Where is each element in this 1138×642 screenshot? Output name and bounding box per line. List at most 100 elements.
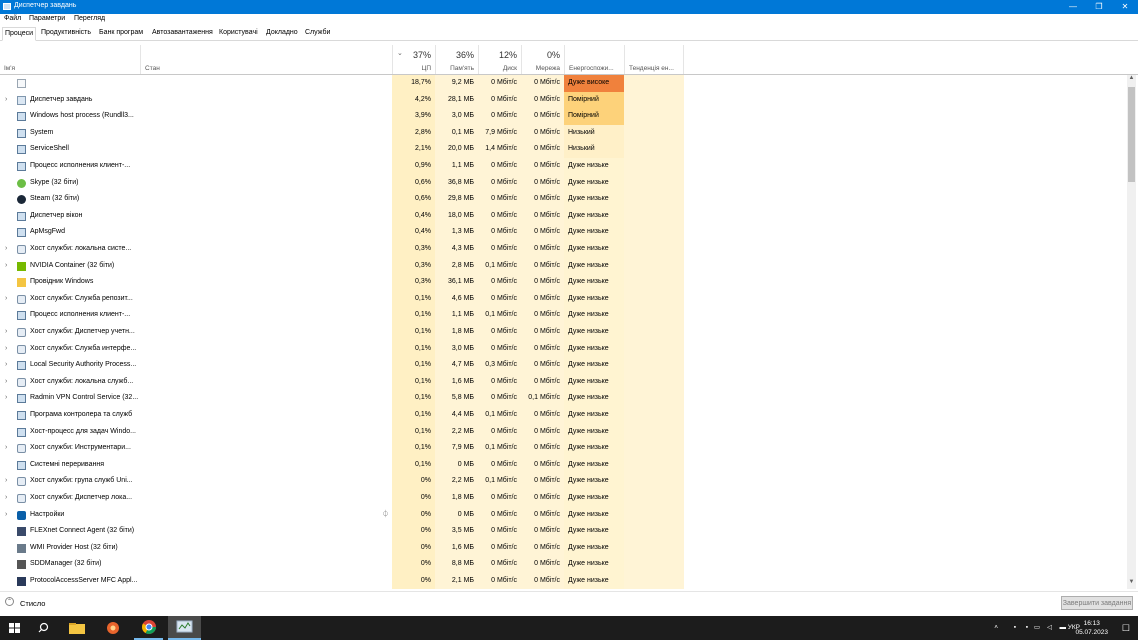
column-header-status[interactable]: Стан [140,45,392,74]
table-row[interactable]: Диспетчер вікон 0,4% 18,0 МБ 0 Мбіт/с 0 Мбіт… [0,207,1126,225]
table-row[interactable]: Skype (32 біти) 0,6% 36,8 МБ 0 Мбіт/с 0 Мбіт… [0,174,1126,192]
table-row[interactable]: Провідник Windows 0,3% 36,1 МБ 0 Мбіт/с 0 Мб… [0,274,1126,291]
table-row[interactable]: › Хост служби: Диспетчер лока... 0% 1,8 МБ 0… [0,490,1126,507]
tab-app-history[interactable]: Банк програм [97,27,145,39]
table-row[interactable]: Процесс исполнения клиент-... 0,1% 1,1 МБ 0… [0,307,1126,324]
tab-services[interactable]: Служби [303,27,332,39]
chevron-up-icon[interactable]: ⌃ [5,597,14,606]
table-row[interactable]: Процесс исполнения клиент-... 0,9% 1,1 МБ 0… [0,158,1126,175]
expand-chevron-icon[interactable]: › [5,390,7,407]
power-usage-value: Помірний [564,91,624,109]
scroll-down-icon[interactable]: ▼ [1127,579,1136,589]
taskbar-file-explorer[interactable] [62,616,91,640]
expand-chevron-icon[interactable]: › [5,324,7,341]
taskbar-task-manager[interactable] [168,616,201,640]
tab-processes[interactable]: Процеси [2,27,37,41]
expand-chevron-icon[interactable]: › [5,374,7,391]
column-header-network[interactable]: 0% Мережа [521,45,564,74]
expand-chevron-icon[interactable]: › [5,473,7,490]
taskbar-game-app[interactable] [98,616,127,640]
scrollbar-thumb[interactable] [1128,87,1135,182]
end-task-button[interactable]: Завершити завдання [1061,596,1133,610]
table-row[interactable]: Програма контролера та служб 0,1% 4,4 МБ 0,… [0,407,1126,424]
column-header-cpu[interactable]: ⌄ 37% ЦП [392,45,435,74]
memory-value: 3,0 МБ [451,112,474,120]
table-row[interactable]: › Хост служби: локальна служб... 0,1% 1,6 М… [0,373,1126,391]
column-header-name[interactable]: Ім'я [0,45,140,74]
folder-icon [69,623,85,634]
table-row[interactable]: › Local Security Authority Process... 0,1%… [0,357,1126,374]
tab-performance[interactable]: Продуктивність [39,27,93,39]
column-header-power-trend[interactable]: Тенденція ен... [624,45,684,74]
search-button[interactable] [29,616,58,640]
clock[interactable]: 16:13 05.07.2023 [1075,619,1108,637]
process-name: Настройки [30,510,65,518]
tab-details[interactable]: Докладно [264,27,300,39]
tab-startup[interactable]: Автозавантаження [150,27,215,39]
table-row[interactable]: Steam (32 біти) 0,6% 29,8 МБ 0 Мбіт/с 0 Мбіт… [0,191,1126,208]
tab-users[interactable]: Користувачі [217,27,260,39]
table-row[interactable]: › Хост служби: група служб Uni... 0% 2,2 МБ… [0,473,1126,490]
table-row[interactable]: › NVIDIA Container (32 біти) 0,3% 2,8 МБ 0,1… [0,257,1126,275]
power-usage-value: Дуже низьке [564,440,624,457]
table-row[interactable]: › Radmin VPN Control Service (32... 0,1% 5,… [0,390,1126,407]
table-row[interactable]: › Хост служби: Служба интерфе... 0,1% 3,0 М… [0,340,1126,358]
fewer-details-link[interactable]: Стисло [20,599,45,608]
disk-value: 0,1 Мбіт/с [485,311,517,319]
expand-chevron-icon[interactable]: › [5,258,7,275]
tray-app-icon[interactable]: ▪ [1026,616,1028,640]
network-icon[interactable]: ▭ [1034,616,1040,640]
network-value: 0 Мбіт/с [534,444,560,452]
table-row[interactable]: › Хост служби: Служба репозит... 0,1% 4,6 М… [0,290,1126,308]
column-header-disk[interactable]: 12% Диск [478,45,521,74]
memory-value: 1,6 МБ [451,543,474,551]
table-row[interactable]: ProtocolAccessServer MFC Appl... 0% 2,1 МБ… [0,573,1126,589]
cpu-value: 2,8% [415,128,431,136]
expand-chevron-icon[interactable]: › [5,357,7,374]
table-row[interactable]: 18,7% 9,2 МБ 0 Мбіт/с 0 Мбіт/с Дуже високе [0,75,1126,92]
table-row[interactable]: › Хост служби: Диспетчер учетн... 0,1% 1,8 … [0,324,1126,341]
minimize-button[interactable]: — [1060,0,1086,14]
table-row[interactable]: › Диспетчер завдань 4,2% 28,1 МБ 0 Мбіт/с 0 М… [0,91,1126,109]
table-row[interactable]: › Настройки ⏀ 0% 0 МБ 0 Мбіт/с 0 Мбіт/с Дуже ни… [0,506,1126,524]
cpu-value: 0,1% [415,460,431,468]
expand-chevron-icon[interactable]: › [5,440,7,457]
vertical-scrollbar[interactable]: ▲ ▼ [1127,75,1136,589]
menu-view[interactable]: Перегляд [74,15,105,22]
menu-options[interactable]: Параметри [29,15,65,22]
battery-icon[interactable]: ▬ [1060,616,1067,640]
expand-chevron-icon[interactable]: › [5,490,7,507]
volume-icon[interactable]: ◁ [1047,616,1052,640]
expand-chevron-icon[interactable]: › [5,92,7,109]
maximize-button[interactable]: ❐ [1086,0,1112,14]
table-row[interactable]: System 2,8% 0,1 МБ 7,9 Мбіт/с 0 Мбіт/с Низьки… [0,124,1126,142]
table-row[interactable]: Системні переривання 0,1% 0 МБ 0 Мбіт/с 0 Мб… [0,456,1126,474]
expand-chevron-icon[interactable]: › [5,291,7,308]
menu-file[interactable]: Файл [4,15,21,22]
power-usage-value: Дуже низьке [564,506,624,524]
table-row[interactable]: WMI Provider Host (32 біти) 0% 1,6 МБ 0 Мбі… [0,539,1126,557]
disk-value: 0,3 Мбіт/с [485,361,517,369]
taskbar-chrome[interactable] [134,616,163,640]
notification-icon[interactable]: ☐ [1122,616,1130,640]
memory-value: 7,9 МБ [451,444,474,452]
table-row[interactable]: SDDManager (32 біти) 0% 8,8 МБ 0 Мбіт/с 0 Мб… [0,556,1126,573]
expand-chevron-icon[interactable]: › [5,507,7,524]
table-row[interactable]: ServiceShell 2,1% 20,0 МБ 1,4 Мбіт/с 0 Мбіт/… [0,141,1126,158]
scroll-up-icon[interactable]: ▲ [1127,75,1136,85]
column-header-power[interactable]: Енергоспожи... [564,45,624,74]
column-header-memory[interactable]: 36% Пам'ять [435,45,478,74]
tray-chevron-icon[interactable]: ˄ [994,616,998,640]
table-row[interactable]: Windows host process (Rundll3... 3,9% 3,0 … [0,108,1126,125]
table-row[interactable]: › Хост служби: локальна систе... 0,3% 4,3 М… [0,241,1126,258]
tray-app-icon[interactable]: ▪ [1014,616,1016,640]
expand-chevron-icon[interactable]: › [5,341,7,358]
table-row[interactable]: FLEXnet Connect Agent (32 біти) 0% 3,5 МБ 0… [0,523,1126,540]
table-row[interactable]: › Хост служби: Инструментари... 0,1% 7,9 МБ… [0,440,1126,457]
start-button[interactable] [0,616,29,640]
table-row[interactable]: ApMsgFwd 0,4% 1,3 МБ 0 Мбіт/с 0 Мбіт/с Дуже н… [0,224,1126,241]
table-row[interactable]: Хост-процесс для задач Windo... 0,1% 2,2 М… [0,423,1126,441]
power-usage-value: Дуже низьке [564,407,624,424]
close-button[interactable]: ✕ [1112,0,1138,14]
expand-chevron-icon[interactable]: › [5,241,7,258]
